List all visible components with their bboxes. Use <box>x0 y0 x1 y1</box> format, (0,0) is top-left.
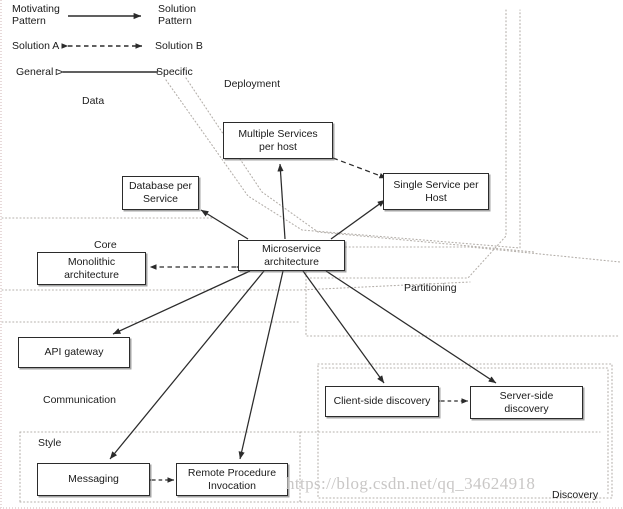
region-boundary-partitioning <box>305 246 621 263</box>
edge-ms-to-database-per-service <box>200 209 249 240</box>
edge-multiple-to-single-service <box>332 157 387 179</box>
region-label-style: Style <box>38 437 62 449</box>
node-label: Microservice architecture <box>262 242 321 268</box>
region-label-communication: Communication <box>43 394 116 406</box>
region-boundary-discovery <box>317 363 613 499</box>
legend-solution-b-label: Solution B <box>155 40 203 52</box>
node-client-side-discovery[interactable]: Client-side discovery <box>325 386 439 417</box>
node-label: Remote Procedure Invocation <box>187 466 277 492</box>
node-database-per-service[interactable]: Database per Service <box>122 176 199 210</box>
node-label: Single Service per Host <box>393 178 479 204</box>
legend-solution-a-label: Solution A <box>12 40 60 52</box>
diagram-canvas: Motivating Pattern Solution Pattern Solu… <box>0 0 623 509</box>
page-edge-left <box>0 0 2 509</box>
node-label: Server-side discovery <box>499 389 554 415</box>
region-label-partitioning: Partitioning <box>404 282 457 294</box>
legend-solution-pattern-label: Solution Pattern <box>158 3 196 28</box>
node-server-side-discovery[interactable]: Server-side discovery <box>470 386 583 419</box>
node-single-service-per-host[interactable]: Single Service per Host <box>383 173 489 210</box>
edge-ms-to-single-service <box>330 199 386 240</box>
node-label: Client-side discovery <box>333 395 431 408</box>
node-remote-procedure-invocation[interactable]: Remote Procedure Invocation <box>176 463 288 496</box>
region-boundary-data <box>165 9 521 249</box>
node-label: Multiple Services per host <box>238 127 318 153</box>
region-boundary-data-2 <box>185 77 535 253</box>
legend-specific-label: Specific <box>156 66 193 78</box>
region-label-deployment: Deployment <box>224 78 281 90</box>
node-label: API gateway <box>44 346 104 359</box>
legend-arrows <box>63 12 158 72</box>
region-boundary-partitioning-2 <box>305 246 621 337</box>
edge-ms-to-rpc <box>238 270 284 460</box>
region-boundary-deployment <box>309 9 507 279</box>
region-label-discovery: Discovery <box>552 489 599 501</box>
edge-ms-to-multiple-services <box>277 163 286 240</box>
region-label-core: Core <box>94 239 117 251</box>
node-label: Monolithic architecture <box>64 255 119 281</box>
legend-general-label: General <box>16 66 54 78</box>
node-label: Messaging <box>68 473 119 486</box>
edge-ms-to-messaging <box>109 270 265 460</box>
node-api-gateway[interactable]: API gateway <box>18 337 130 368</box>
node-monolithic-architecture[interactable]: Monolithic architecture <box>37 252 146 285</box>
region-label-data: Data <box>82 95 105 107</box>
node-microservice-architecture[interactable]: Microservice architecture <box>238 240 345 271</box>
node-label: Database per Service <box>128 180 193 205</box>
node-multiple-services-per-host[interactable]: Multiple Services per host <box>223 122 333 159</box>
legend-motivating-pattern-label: Motivating Pattern <box>12 3 60 28</box>
node-messaging[interactable]: Messaging <box>37 463 150 496</box>
